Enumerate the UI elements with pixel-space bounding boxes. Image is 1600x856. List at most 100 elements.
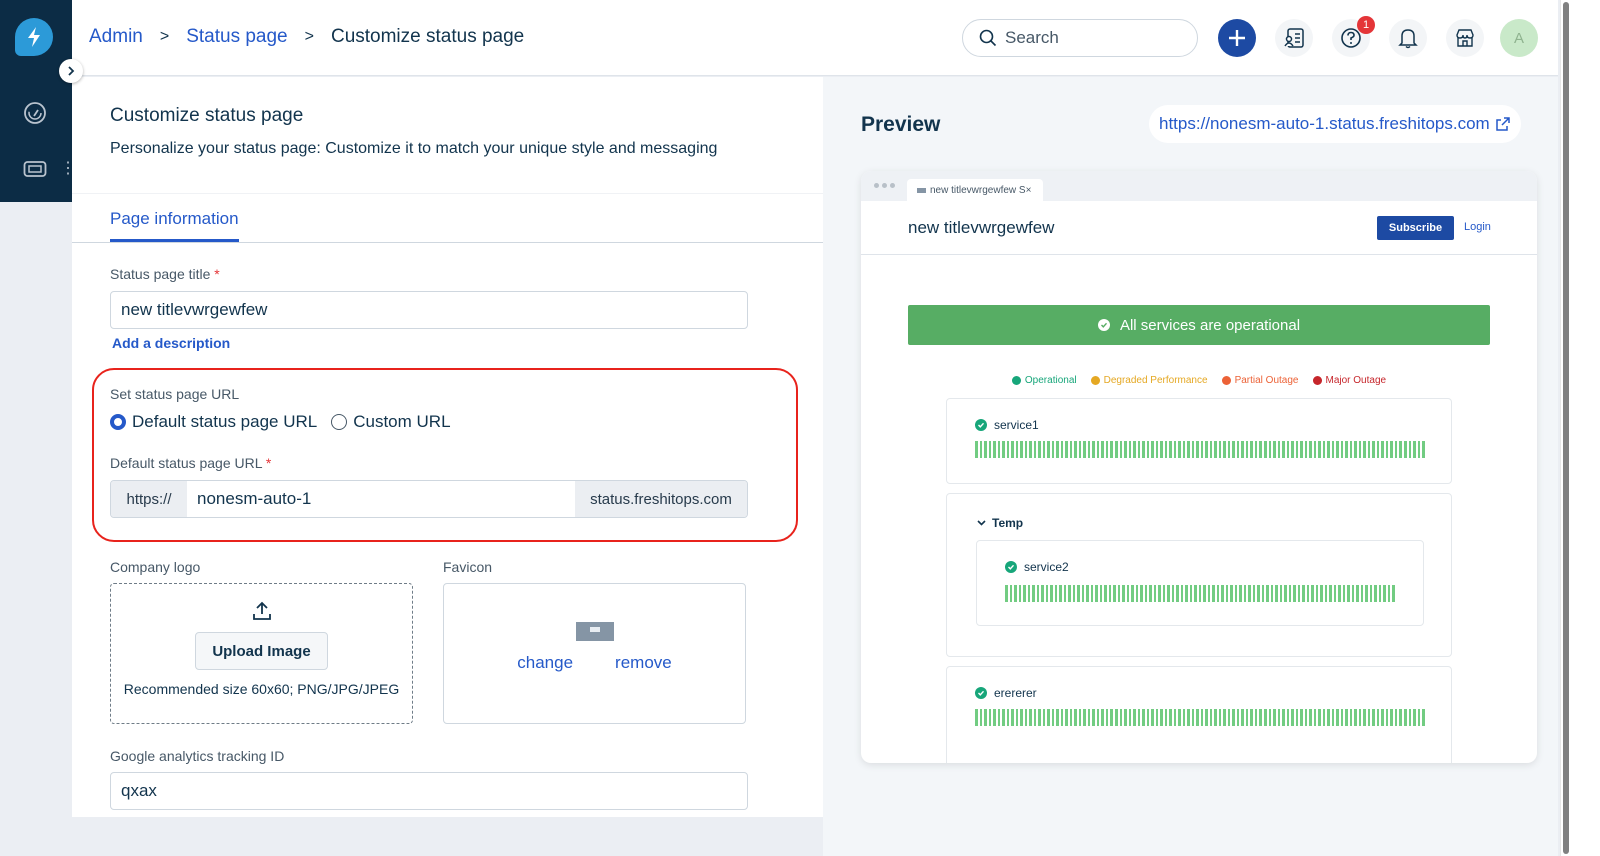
uptime-tick [1347, 585, 1350, 602]
uptime-tick [1024, 709, 1028, 726]
radio-custom-url[interactable]: Custom URL [331, 412, 451, 432]
uptime-tick [1056, 441, 1059, 458]
ga-tracking-input[interactable]: qxax [110, 772, 748, 810]
uptime-tick [997, 441, 1001, 458]
brand-logo[interactable] [15, 18, 53, 56]
uptime-tick [1065, 441, 1068, 458]
legend-partial-outage: Partial Outage [1221, 375, 1299, 386]
radio-default-url[interactable]: Default status page URL [110, 412, 317, 432]
search-placeholder: Search [1005, 28, 1059, 47]
uptime-tick [1327, 441, 1330, 458]
preview-url-link[interactable]: https://nonesm-auto-1.status.freshitops.… [1149, 105, 1521, 143]
uptime-tick [1261, 585, 1264, 602]
search-input[interactable]: Search [962, 19, 1198, 57]
uptime-bars [975, 441, 1425, 458]
service-group-card: Temp service2 [946, 493, 1452, 657]
uptime-tick [1243, 585, 1246, 602]
marketplace-button[interactable] [1446, 19, 1484, 57]
uptime-tick [1218, 441, 1222, 458]
login-link: Login [1464, 221, 1491, 233]
uptime-tick [1264, 709, 1267, 726]
breadcrumb-status-page[interactable]: Status page [186, 26, 287, 48]
uptime-tick [1092, 441, 1095, 458]
tab-page-information[interactable]: Page information [110, 209, 239, 242]
check-circle-icon [1005, 561, 1017, 573]
uptime-tick [1137, 709, 1141, 726]
chevron-down-icon [977, 520, 986, 526]
uptime-tick [1413, 709, 1416, 726]
uptime-tick [1002, 441, 1005, 458]
uptime-tick [1363, 441, 1366, 458]
favicon-remove-link[interactable]: remove [615, 653, 672, 673]
scrollbar-thumb[interactable] [1563, 2, 1569, 854]
favicon-change-link[interactable]: change [517, 653, 573, 673]
uptime-tick [1151, 709, 1154, 726]
browser-tab: new titlevwrgewfew S× [907, 179, 1043, 201]
uptime-tick [1077, 585, 1080, 602]
contacts-button[interactable] [1275, 19, 1313, 57]
sidebar-item-tickets[interactable] [22, 156, 48, 182]
uptime-tick [1114, 441, 1118, 458]
uptime-tick [1059, 585, 1062, 602]
uptime-tick [1144, 585, 1147, 602]
uptime-tick [1273, 441, 1276, 458]
uptime-tick [1282, 709, 1285, 726]
uptime-tick [1209, 441, 1213, 458]
uptime-tick [1383, 585, 1386, 602]
uptime-tick [1155, 441, 1159, 458]
uptime-tick [1083, 441, 1086, 458]
breadcrumb-separator-icon: > [159, 28, 170, 45]
uptime-tick [1051, 441, 1055, 458]
subdomain-input[interactable]: nonesm-auto-1 [187, 481, 575, 517]
top-header: Admin > Status page > Customize status p… [72, 0, 1558, 76]
service-card: erererer [946, 666, 1452, 763]
uptime-tick [1011, 709, 1014, 726]
uptime-tick [1342, 585, 1345, 602]
status-site-header: new titlevwrgewfew Subscribe Login [861, 201, 1537, 255]
logo-upload-dropzone[interactable]: Upload Image Recommended size 60x60; PNG… [110, 583, 413, 724]
uptime-tick [1399, 709, 1402, 726]
uptime-tick [1313, 441, 1317, 458]
preview-panel: Preview https://nonesm-auto-1.status.fre… [823, 77, 1558, 856]
window-dots-icon [874, 183, 895, 188]
uptime-tick [1282, 441, 1285, 458]
service-group-toggle: Temp [977, 516, 1023, 530]
uptime-tick [1345, 709, 1348, 726]
uptime-tick [1087, 709, 1091, 726]
uptime-tick [1167, 585, 1170, 602]
uptime-tick [1014, 585, 1017, 602]
tab-bar: Page information [72, 195, 823, 243]
help-button[interactable]: 1 [1332, 16, 1375, 57]
uptime-tick [1182, 441, 1186, 458]
sidebar-item-dashboard[interactable] [22, 100, 48, 126]
uptime-tick [1038, 709, 1041, 726]
uptime-tick [1187, 709, 1190, 726]
uptime-tick [1390, 441, 1393, 458]
sidebar-expand-button[interactable] [59, 59, 83, 83]
add-description-link[interactable]: Add a description [112, 335, 230, 351]
uptime-tick [1005, 585, 1008, 602]
uptime-tick [1270, 585, 1273, 602]
uptime-tick [1356, 585, 1359, 602]
page-scrollbar[interactable] [1560, 0, 1600, 856]
uptime-tick [1236, 441, 1240, 458]
contact-list-icon [1284, 28, 1304, 48]
uptime-tick [1230, 585, 1233, 602]
uptime-tick [1241, 441, 1244, 458]
uptime-tick [1358, 441, 1362, 458]
breadcrumb: Admin > Status page > Customize status p… [89, 26, 524, 48]
notifications-button[interactable] [1389, 19, 1427, 57]
uptime-tick [993, 441, 996, 458]
uptime-tick [1131, 585, 1134, 602]
uptime-tick [1349, 441, 1353, 458]
uptime-tick [1069, 441, 1073, 458]
status-title-input[interactable]: new titlevwrgewfew [110, 291, 748, 329]
uptime-tick [1252, 585, 1255, 602]
user-avatar[interactable]: A [1500, 19, 1538, 57]
breadcrumb-admin[interactable]: Admin [89, 26, 143, 48]
upload-image-button[interactable]: Upload Image [195, 632, 328, 670]
uptime-tick [1191, 709, 1195, 726]
create-new-button[interactable] [1218, 19, 1256, 57]
preview-title: Preview [861, 113, 941, 136]
uptime-tick [1358, 709, 1362, 726]
